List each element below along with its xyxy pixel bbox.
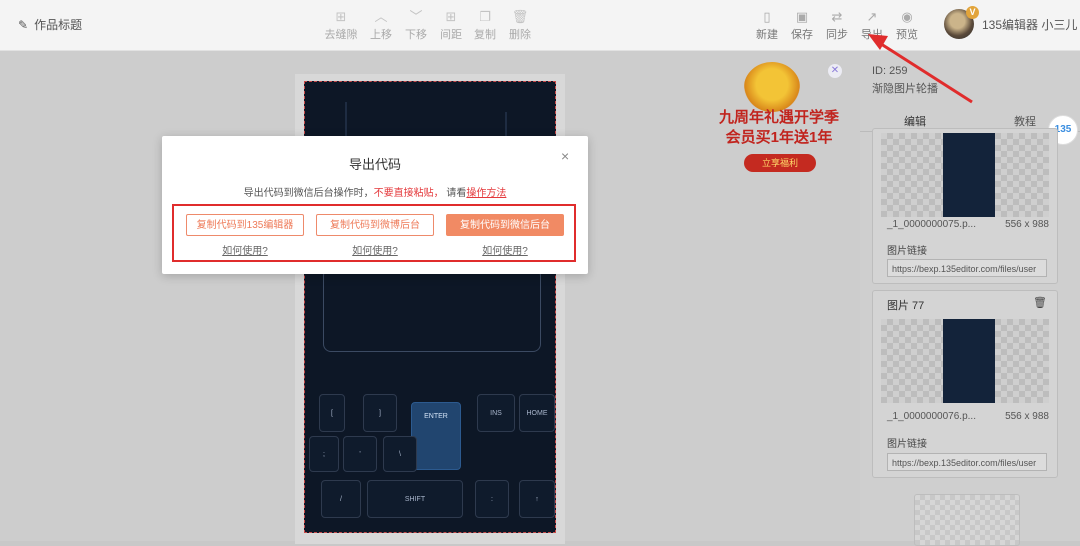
annotation-arrow (868, 34, 973, 104)
arrow-line (877, 40, 973, 104)
